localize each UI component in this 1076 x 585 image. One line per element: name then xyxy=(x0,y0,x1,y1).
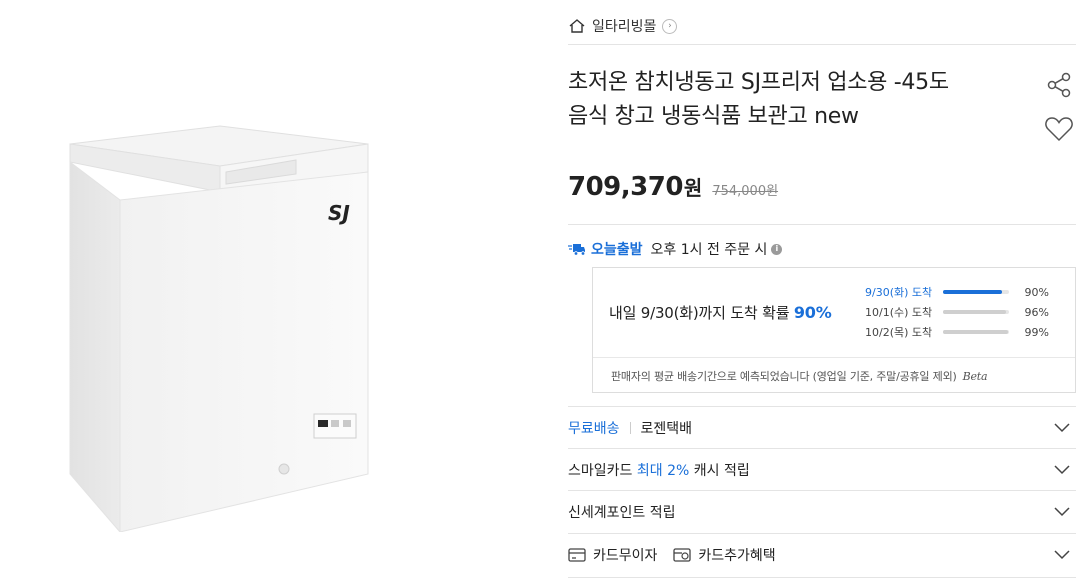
delivery-note: 판매자의 평균 배송기간으로 예측되었습니다 (영업일 기준, 주말/공휴일 제… xyxy=(611,370,988,383)
home-icon xyxy=(569,19,585,33)
courier-label: 로젠택배 xyxy=(640,421,693,437)
smilecard-suffix: 캐시 적립 xyxy=(693,463,750,479)
smilecard-label: 스마일카드 xyxy=(568,463,633,479)
delivery-bar-row: 10/1(수) 도착 96% xyxy=(865,305,1049,320)
store-name[interactable]: 일타리빙몰 xyxy=(592,16,656,36)
product-title: 초저온 참치냉동고 SJ프리저 업소용 -45도 음식 창고 냉동식품 보관고 … xyxy=(568,70,949,129)
heart-icon[interactable] xyxy=(1044,114,1074,144)
divider xyxy=(629,422,631,434)
divider xyxy=(568,44,1076,45)
breadcrumb[interactable]: 일타리빙몰 › xyxy=(568,14,678,38)
currency: 원 xyxy=(683,176,703,200)
smilecard-row[interactable]: 스마일카드 최대 2% 캐시 적립 xyxy=(568,448,1076,491)
chevron-down-icon[interactable] xyxy=(1054,548,1070,560)
delivery-bar-row: 9/30(화) 도착 90% xyxy=(865,285,1049,300)
today-cutoff-text: 오후 1시 전 주문 시 xyxy=(650,242,768,258)
product-image-area: SJ xyxy=(0,0,560,585)
delivery-estimate-top: 내일 9/30(화)까지 도착 확률 90% 9/30(화) 도착 90% 10… xyxy=(593,268,1075,358)
brand-logo: SJ xyxy=(328,201,350,225)
shinsegae-point-row[interactable]: 신세계포인트 적립 xyxy=(568,490,1076,533)
smilecard-rate: 최대 2% xyxy=(636,463,690,479)
shipping-row[interactable]: 무료배송 로젠택배 xyxy=(568,406,1076,449)
shinsegae-point-label: 신세계포인트 적립 xyxy=(568,505,676,521)
card-benefit-icon xyxy=(673,548,692,562)
chevron-right-icon[interactable]: › xyxy=(662,18,678,34)
card-benefit-label: 카드추가혜택 xyxy=(698,548,776,564)
product-image[interactable]: SJ xyxy=(60,122,380,532)
product-info: 일타리빙몰 › 초저온 참치냉동고 SJ프리저 업소용 -45도 음식 창고 냉… xyxy=(568,0,1076,585)
chevron-down-icon[interactable] xyxy=(1054,421,1070,433)
price-row: 709,370 원 754,000원 xyxy=(568,172,778,202)
divider xyxy=(568,577,1076,578)
info-icon[interactable]: i xyxy=(771,243,783,255)
delivery-bar-fill xyxy=(943,310,1007,314)
free-shipping-label: 무료배송 xyxy=(568,421,620,437)
credit-card-icon xyxy=(568,548,586,562)
chevron-down-icon[interactable] xyxy=(1054,505,1070,517)
delivery-probability: 내일 9/30(화)까지 도착 확률 90% xyxy=(609,303,832,322)
sale-price: 709,370 xyxy=(568,172,683,202)
delivery-bar-fill xyxy=(943,290,1003,294)
delivery-estimate-box: 내일 9/30(화)까지 도착 확률 90% 9/30(화) 도착 90% 10… xyxy=(592,267,1076,393)
card-benefit-row[interactable]: 카드무이자 카드추가혜택 xyxy=(568,533,1076,576)
beta-badge: Beta xyxy=(962,370,988,383)
card-interest-label: 카드무이자 xyxy=(593,548,658,564)
chevron-down-icon[interactable] xyxy=(1054,463,1070,475)
delivery-probability-value: 90% xyxy=(793,303,832,322)
divider xyxy=(568,224,1076,225)
today-label: 오늘출발 xyxy=(591,242,643,258)
delivery-bar-fill xyxy=(943,330,1009,334)
fast-truck-icon xyxy=(568,244,586,256)
today-shipping: 오늘출발 오후 1시 전 주문 시 i xyxy=(568,238,783,260)
share-icon[interactable] xyxy=(1044,70,1074,100)
original-price: 754,000원 xyxy=(712,184,779,199)
delivery-bar-row: 10/2(목) 도착 99% xyxy=(865,325,1049,340)
